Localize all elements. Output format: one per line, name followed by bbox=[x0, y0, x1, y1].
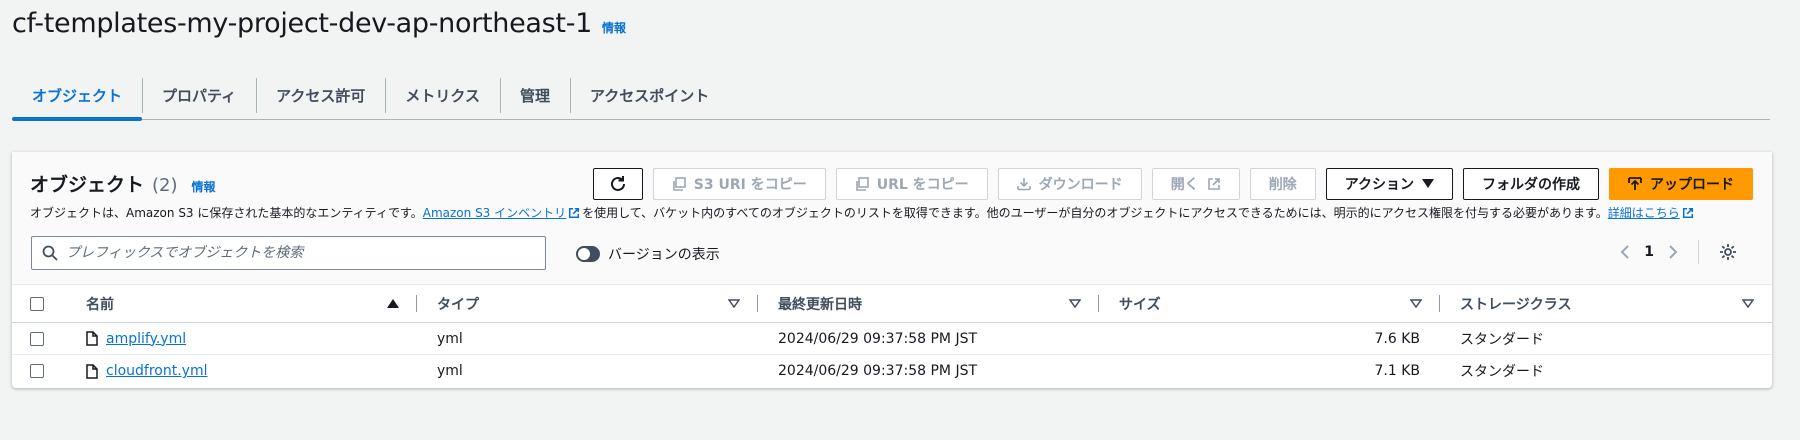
tab-permissions[interactable]: アクセス許可 bbox=[256, 72, 385, 119]
column-header-label: タイプ bbox=[437, 296, 479, 313]
caret-down-icon bbox=[1422, 179, 1434, 188]
external-link-icon bbox=[569, 207, 580, 219]
panel-header: オブジェクト (2) 情報 S3 URI をコピー URL をコピー ダウンロー… bbox=[12, 152, 1772, 285]
details-link[interactable]: 詳細はこちら bbox=[1608, 206, 1680, 220]
current-page[interactable]: 1 bbox=[1644, 244, 1654, 260]
row-checkbox[interactable] bbox=[30, 331, 44, 346]
copy-url-button[interactable]: URL をコピー bbox=[835, 168, 988, 200]
sort-caret-icon bbox=[1742, 298, 1754, 308]
storage-class-cell: スタンダード bbox=[1460, 331, 1544, 348]
show-versions-label: バージョンの表示 bbox=[608, 247, 720, 263]
table-row: amplify.yml yml 2024/06/29 09:37:58 PM J… bbox=[12, 323, 1772, 355]
tab-management[interactable]: 管理 bbox=[499, 72, 570, 119]
copy-icon bbox=[855, 177, 869, 191]
delete-button[interactable]: 削除 bbox=[1249, 168, 1316, 200]
object-count: (2) bbox=[152, 175, 178, 196]
copy-icon bbox=[672, 177, 686, 191]
show-versions: バージョンの表示 bbox=[576, 244, 720, 264]
settings-gear-icon[interactable] bbox=[1719, 243, 1737, 261]
column-header-size[interactable]: サイズ bbox=[1099, 285, 1440, 322]
file-icon bbox=[86, 331, 98, 346]
search-input[interactable] bbox=[66, 245, 545, 261]
external-link-icon bbox=[1682, 207, 1693, 219]
create-folder-button[interactable]: フォルダの作成 bbox=[1463, 168, 1599, 200]
column-header-label: ストレージクラス bbox=[1460, 296, 1572, 313]
sort-caret-icon bbox=[728, 298, 740, 308]
column-header-label: サイズ bbox=[1119, 296, 1161, 313]
external-link-icon bbox=[1207, 178, 1220, 190]
objects-table: 名前 タイプ 最終更新日時 サイズ ストレージクラス amplify.yml y… bbox=[12, 285, 1772, 387]
objects-panel: オブジェクト (2) 情報 S3 URI をコピー URL をコピー ダウンロー… bbox=[12, 152, 1772, 388]
upload-icon bbox=[1628, 177, 1642, 190]
type-cell: yml bbox=[437, 330, 463, 347]
tab-objects[interactable]: オブジェクト bbox=[12, 72, 143, 121]
copy-s3-uri-button[interactable]: S3 URI をコピー bbox=[652, 168, 826, 200]
actions-dropdown[interactable]: アクション bbox=[1325, 168, 1453, 200]
row-select-cell bbox=[12, 323, 76, 354]
tab-access-points[interactable]: アクセスポイント bbox=[569, 72, 729, 119]
row-select-cell bbox=[12, 355, 76, 387]
sort-caret-icon bbox=[1069, 298, 1081, 308]
description-text-2: を使用して、バケット内のすべてのオブジェクトのリストを取得できます。他のユーザー… bbox=[582, 206, 1608, 220]
last-modified-cell: 2024/06/29 09:37:58 PM JST bbox=[778, 363, 978, 379]
search-icon bbox=[42, 245, 58, 261]
download-label: ダウンロード bbox=[1038, 177, 1123, 193]
row-checkbox[interactable] bbox=[30, 364, 44, 378]
table-row: cloudfront.yml yml 2024/06/29 09:37:58 P… bbox=[12, 355, 1772, 387]
sort-ascending-icon bbox=[387, 298, 399, 308]
download-button[interactable]: ダウンロード bbox=[997, 168, 1142, 200]
panel-description: オブジェクトは、Amazon S3 に保存された基本的なエンティティです。Ama… bbox=[30, 204, 1760, 221]
size-cell: 7.6 KB bbox=[1374, 330, 1421, 347]
name-cell: amplify.yml bbox=[76, 323, 417, 354]
column-header-storage-class[interactable]: ストレージクラス bbox=[1440, 285, 1772, 322]
column-header-last-modified[interactable]: 最終更新日時 bbox=[758, 285, 1099, 322]
object-name-link[interactable]: amplify.yml bbox=[106, 331, 186, 347]
panel-title: オブジェクト (2) 情報 bbox=[30, 170, 216, 197]
upload-button[interactable]: アップロード bbox=[1609, 168, 1753, 200]
upload-label: アップロード bbox=[1650, 177, 1734, 193]
panel-title-text: オブジェクト bbox=[30, 174, 145, 196]
column-header-name[interactable]: 名前 bbox=[76, 285, 417, 322]
storage-class-cell: スタンダード bbox=[1460, 364, 1544, 380]
select-all-checkbox[interactable] bbox=[30, 296, 44, 311]
inventory-link[interactable]: Amazon S3 インベントリ bbox=[423, 206, 566, 220]
column-header-type[interactable]: タイプ bbox=[417, 285, 758, 322]
panel-info-link[interactable]: 情報 bbox=[192, 178, 216, 195]
pagination-divider bbox=[1698, 240, 1699, 264]
open-label: 開く bbox=[1170, 177, 1199, 193]
search-field bbox=[31, 236, 546, 270]
sort-caret-icon bbox=[1410, 298, 1422, 308]
refresh-button[interactable] bbox=[592, 168, 643, 200]
column-header-label: 最終更新日時 bbox=[778, 296, 862, 313]
size-cell: 7.1 KB bbox=[1374, 363, 1421, 379]
tab-bar: オブジェクト プロパティ アクセス許可 メトリクス 管理 アクセスポイント bbox=[12, 72, 1770, 121]
tab-metrics[interactable]: メトリクス bbox=[385, 72, 500, 119]
show-versions-toggle[interactable] bbox=[576, 246, 600, 262]
copy-s3-uri-label: S3 URI をコピー bbox=[693, 177, 807, 193]
tab-properties[interactable]: プロパティ bbox=[142, 72, 256, 119]
page-header: cf-templates-my-project-dev-ap-northeast… bbox=[12, 8, 626, 39]
download-icon bbox=[1016, 178, 1031, 191]
refresh-icon bbox=[610, 176, 625, 191]
column-header-label: 名前 bbox=[86, 296, 114, 313]
select-all-cell bbox=[12, 285, 76, 322]
chevron-right-icon[interactable] bbox=[1668, 244, 1678, 260]
table-header: 名前 タイプ 最終更新日時 サイズ ストレージクラス bbox=[12, 285, 1772, 323]
title-info-link[interactable]: 情報 bbox=[602, 19, 626, 36]
toolbar: S3 URI をコピー URL をコピー ダウンロード 開く 削除 アクション … bbox=[592, 168, 1753, 200]
copy-url-label: URL をコピー bbox=[876, 177, 969, 193]
pagination: 1 bbox=[1620, 240, 1737, 264]
file-icon bbox=[86, 363, 98, 379]
page-title: cf-templates-my-project-dev-ap-northeast… bbox=[12, 8, 593, 39]
description-text-1: オブジェクトは、Amazon S3 に保存された基本的なエンティティです。 bbox=[30, 206, 423, 220]
type-cell: yml bbox=[437, 363, 463, 379]
actions-label: アクション bbox=[1344, 177, 1414, 193]
object-name-link[interactable]: cloudfront.yml bbox=[106, 363, 207, 379]
open-button[interactable]: 開く bbox=[1151, 168, 1240, 200]
name-cell: cloudfront.yml bbox=[76, 355, 417, 387]
chevron-left-icon[interactable] bbox=[1620, 244, 1630, 260]
last-modified-cell: 2024/06/29 09:37:58 PM JST bbox=[778, 330, 978, 347]
